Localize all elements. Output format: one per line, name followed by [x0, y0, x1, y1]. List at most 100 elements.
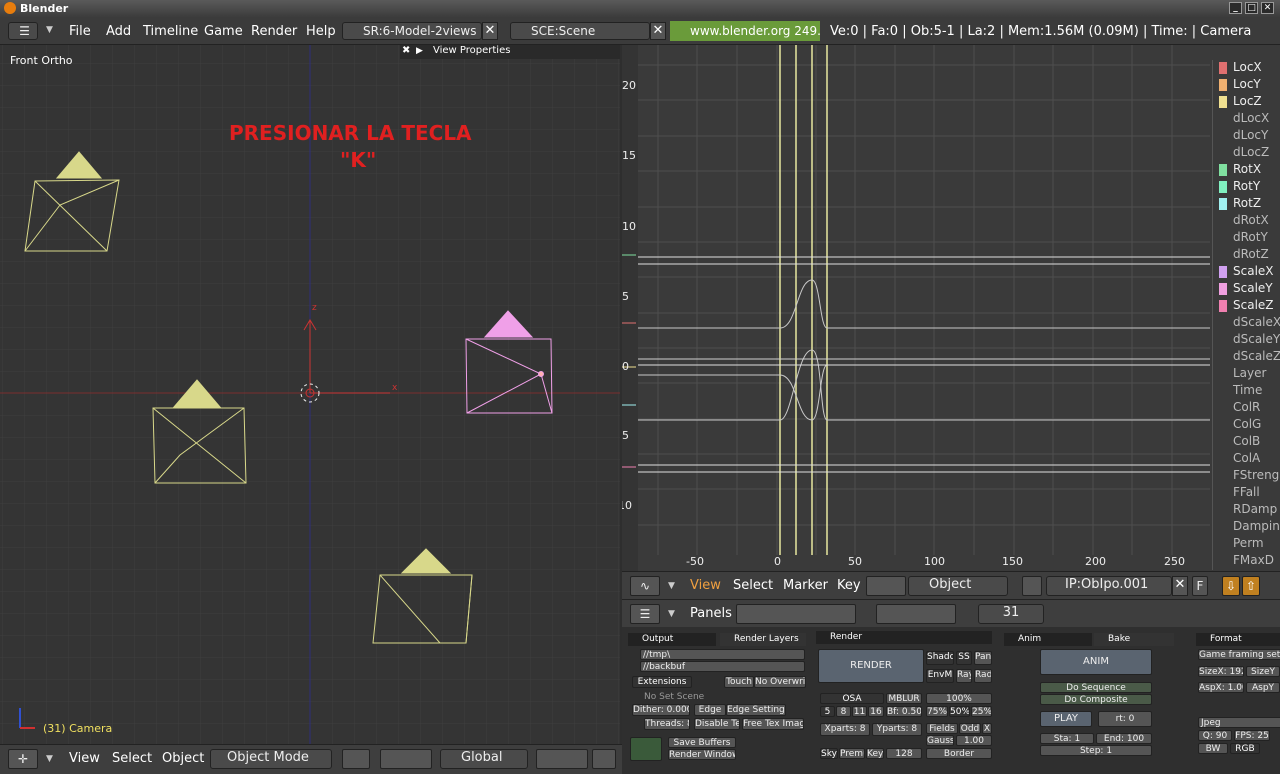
filter-size-field[interactable]: 1.00: [956, 735, 992, 746]
menu-object[interactable]: Object: [162, 751, 204, 766]
ipo-channel-colr[interactable]: ColR: [1219, 400, 1260, 414]
render-button[interactable]: RENDER: [818, 649, 924, 683]
touch-toggle[interactable]: Touch: [724, 676, 754, 688]
sky-toggle[interactable]: Sky: [820, 748, 838, 759]
current-frame-field[interactable]: 31: [978, 604, 1044, 624]
ipo-channel-dlocz[interactable]: dLocZ: [1219, 145, 1269, 159]
ipo-channel-time[interactable]: Time: [1219, 383, 1262, 397]
menu-add[interactable]: Add: [106, 24, 131, 39]
no-set-scene-label[interactable]: No Set Scene: [644, 692, 704, 702]
menu-help[interactable]: Help: [306, 24, 336, 39]
format-panel-tab[interactable]: Format: [1196, 633, 1280, 646]
menu-view[interactable]: View: [690, 578, 721, 593]
copy-keys-icon[interactable]: ⇩: [1222, 576, 1240, 596]
layer-buttons[interactable]: [536, 749, 588, 769]
ipo-channel-dscaley[interactable]: dScaleY: [1219, 332, 1280, 346]
filter-select[interactable]: Gauss: [926, 735, 954, 746]
osa-5-button[interactable]: 5: [820, 706, 835, 717]
ipo-channel-locx[interactable]: LocX: [1219, 60, 1262, 74]
editor-type-icon[interactable]: ☰: [630, 604, 660, 624]
envmap-toggle[interactable]: EnvM: [926, 669, 954, 683]
view-toggle-icon[interactable]: [866, 576, 906, 596]
chevron-down-icon[interactable]: ▼: [46, 25, 53, 35]
edge-settings-button[interactable]: Edge Settings: [726, 704, 786, 716]
osa-11-button[interactable]: 11: [852, 706, 867, 717]
orientation-select[interactable]: Global: [440, 749, 528, 769]
chevron-down-icon[interactable]: ▼: [668, 609, 675, 619]
key-toggle[interactable]: Key: [866, 748, 884, 759]
size-x-field[interactable]: SizeX: 1920: [1198, 666, 1244, 677]
osa-toggle[interactable]: OSA: [820, 693, 884, 704]
menu-marker[interactable]: Marker: [783, 578, 828, 593]
menu-timeline[interactable]: Timeline: [143, 24, 198, 39]
blender-url-link[interactable]: www.blender.org 249.2: [670, 21, 820, 41]
ipo-channel-locy[interactable]: LocY: [1219, 77, 1261, 91]
minimize-button[interactable]: _: [1229, 2, 1242, 14]
osa-16-button[interactable]: 16: [868, 706, 884, 717]
menu-panels[interactable]: Panels: [690, 606, 732, 621]
ray-toggle[interactable]: Ray: [956, 669, 972, 683]
blur-factor-field[interactable]: Bf: 0.50: [886, 706, 922, 717]
radio-toggle[interactable]: Radi: [974, 669, 992, 683]
menu-file[interactable]: File: [69, 24, 91, 39]
paste-keys-icon[interactable]: ⇧: [1242, 576, 1260, 596]
output-path-field[interactable]: //tmp\: [640, 649, 805, 660]
3d-viewport[interactable]: Front Ortho ✖ ▶ View Properties PRESIONA…: [0, 45, 620, 744]
backbuf-path-field[interactable]: //backbuf: [640, 661, 805, 672]
ipo-channel-fstreng[interactable]: FStreng: [1219, 468, 1279, 482]
quality-field[interactable]: Q: 90: [1198, 730, 1232, 741]
rgb-toggle[interactable]: RGB: [1230, 743, 1260, 754]
screen-delete-button[interactable]: ✕: [482, 22, 498, 40]
anim-button[interactable]: ANIM: [1040, 649, 1152, 675]
ipo-channel-scalez[interactable]: ScaleZ: [1219, 298, 1274, 312]
ipo-channel-ffall[interactable]: FFall: [1219, 485, 1260, 499]
ipo-channel-scalex[interactable]: ScaleX: [1219, 264, 1274, 278]
ipo-channel-scaley[interactable]: ScaleY: [1219, 281, 1273, 295]
do-sequence-toggle[interactable]: Do Sequence: [1040, 682, 1152, 693]
threads-field[interactable]: Threads: 8: [644, 718, 690, 730]
ipo-channel-dlocx[interactable]: dLocX: [1219, 111, 1269, 125]
ipo-block-select[interactable]: IP:ObIpo.001: [1046, 576, 1172, 596]
ipo-channel-damping[interactable]: Damping: [1219, 519, 1280, 533]
menu-select[interactable]: Select: [733, 578, 773, 593]
output-panel-tab[interactable]: Output: [628, 633, 716, 646]
percent-50-button[interactable]: 50%: [949, 706, 970, 717]
pano-toggle[interactable]: Pan: [974, 651, 992, 665]
end-frame-field[interactable]: End: 100: [1096, 733, 1152, 744]
step-field[interactable]: Step: 1: [1040, 745, 1152, 756]
dither-field[interactable]: Dither: 0.000: [632, 704, 690, 716]
subcontext-buttons[interactable]: [876, 604, 956, 624]
close-icon[interactable]: ✖: [402, 45, 410, 56]
bw-toggle[interactable]: BW: [1198, 743, 1228, 754]
ipo-block-delete-button[interactable]: ✕: [1172, 576, 1188, 596]
ipo-channel-dscalez[interactable]: dScaleZ: [1219, 349, 1280, 363]
game-framing-button[interactable]: Game framing settings: [1198, 649, 1280, 660]
x-toggle[interactable]: X: [982, 723, 992, 734]
odd-toggle[interactable]: Odd: [959, 723, 981, 734]
chevron-down-icon[interactable]: ▼: [668, 581, 675, 591]
ipo-curve-editor[interactable]: 20 15 10 5 0 -5 -10 -50 0 50 100 150 200…: [622, 45, 1280, 571]
file-format-select[interactable]: Jpeg: [1198, 717, 1280, 728]
screen-select[interactable]: SR:6-Model-2views: [342, 22, 482, 40]
ipo-type-select[interactable]: Object: [908, 576, 1008, 596]
premul-toggle[interactable]: Premul: [839, 748, 865, 759]
ipo-channel-colb[interactable]: ColB: [1219, 434, 1260, 448]
ipo-channel-colg[interactable]: ColG: [1219, 417, 1261, 431]
start-frame-field[interactable]: Sta: 1: [1040, 733, 1094, 744]
save-buffers-toggle[interactable]: Save Buffers: [668, 737, 736, 748]
pin-icon[interactable]: [1022, 576, 1042, 596]
sss-toggle[interactable]: SS: [956, 651, 972, 665]
percent-100-button[interactable]: 100%: [926, 693, 992, 704]
maximize-button[interactable]: □: [1245, 2, 1258, 14]
fake-user-button[interactable]: F: [1192, 576, 1208, 596]
view-properties-title[interactable]: View Properties: [433, 45, 510, 56]
fields-toggle[interactable]: Fields: [926, 723, 958, 734]
ipo-channel-dlocy[interactable]: dLocY: [1219, 128, 1268, 142]
aspect-x-field[interactable]: AspX: 1.00: [1198, 682, 1244, 693]
menu-key[interactable]: Key: [837, 578, 861, 593]
ipo-channel-drotx[interactable]: dRotX: [1219, 213, 1269, 227]
menu-view[interactable]: View: [69, 751, 100, 766]
rt-field[interactable]: rt: 0: [1098, 711, 1152, 727]
percent-75-button[interactable]: 75%: [926, 706, 948, 717]
free-tex-image-toggle[interactable]: Free Tex Image: [742, 718, 804, 730]
